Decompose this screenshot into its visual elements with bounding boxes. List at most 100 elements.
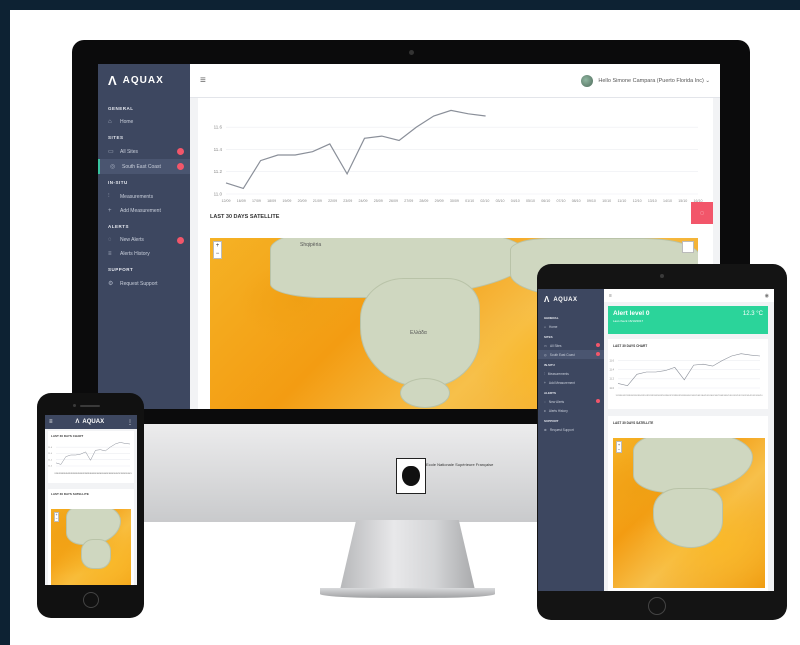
location-icon: ◎ <box>110 164 116 170</box>
menu-toggle-icon[interactable]: ≡ <box>49 419 53 425</box>
tablet-sidebar-sections: GENERAL ⌂ Home SITES ▭ All Sites ◎ South East C… <box>538 312 604 434</box>
phone-satellite-card: LAST 30 DAYS SATELLITE + − <box>48 489 134 585</box>
y-tick-label: 11.2 <box>214 169 223 174</box>
map-zoom-control[interactable]: + − <box>54 512 59 522</box>
sidebar-section-title: SITES <box>108 135 124 140</box>
phone-line-chart: 11.611.411.211.012/0916/0917/0918/0919/0… <box>48 442 132 475</box>
land-area-north <box>633 438 753 493</box>
map-zoom-control[interactable]: + − <box>213 241 222 259</box>
aquax-logo-icon: Λ <box>75 419 80 425</box>
sidebar-item[interactable]: ▭ All Sites <box>98 144 190 159</box>
plus-icon: + <box>108 208 112 214</box>
sidebar-item[interactable]: ◌ New Alerts <box>538 397 604 406</box>
tablet-chart-title: LAST 30 DAYS CHART <box>613 344 648 348</box>
tablet-satellite-title: LAST 30 DAYS SATELLITE <box>613 421 654 425</box>
menu-toggle-icon[interactable]: ≡ <box>200 75 206 86</box>
location-icon: ◎ <box>544 352 547 357</box>
sidebar-item[interactable]: ⫶ Measurements <box>98 189 190 204</box>
phone-brand[interactable]: Λ AQUAX <box>75 419 104 425</box>
sidebar-item[interactable]: ≡ Alerts History <box>98 247 190 261</box>
sidebar-sections: GENERAL ⌂ Home SITES ▭ All Sites ◎ South East C… <box>98 100 190 291</box>
sidebar-item-label: South East Coast <box>549 352 575 357</box>
y-tick-label: 11.4 <box>48 453 53 455</box>
user-greeting: Hello Simone Campara (Puerto Florida Inc… <box>598 77 710 84</box>
phone-chart-title: LAST 30 DAYS CHART <box>51 434 84 438</box>
plus-icon: + <box>544 380 546 385</box>
notification-badge <box>596 343 600 347</box>
sidebar-item[interactable]: ◎ South East Coast <box>98 159 190 174</box>
phone-app-screen: ≡ Λ AQUAX ⋮ LAST 30 DAYS CHART 11.6 11.4 1… <box>45 415 137 585</box>
sidebar-section-title: IN-SITU <box>544 363 555 367</box>
sidebar-item[interactable]: ◎ South East Coast <box>538 350 604 359</box>
zoom-in-icon[interactable]: + <box>216 243 220 249</box>
aquax-logo-icon: Λ <box>108 73 117 88</box>
alert-level: Alert level 0 <box>613 310 650 317</box>
zoom-out-icon[interactable]: − <box>216 251 220 257</box>
notification-badge <box>596 399 600 403</box>
bell-icon: ◌ <box>544 399 546 404</box>
sidebar-item[interactable]: ◌ New Alerts <box>98 233 190 247</box>
map-zoom-control[interactable]: + − <box>616 441 622 453</box>
sidebar-section-title: IN-SITU <box>108 180 128 185</box>
satellite-title: LAST 30 DAYS SATELLITE <box>210 214 280 220</box>
imac-logo-caption: Ecole Nationale Supérieure Française <box>426 462 494 467</box>
measure-icon: ⫶ <box>544 371 545 376</box>
land-area-greece <box>81 539 111 569</box>
zoom-out-icon[interactable]: − <box>55 517 57 521</box>
y-tick-label: 11.6 <box>609 359 614 362</box>
map-layer-button[interactable] <box>682 241 694 253</box>
sidebar-item[interactable]: ≡ Alerts History <box>538 406 604 415</box>
history-icon: ≡ <box>544 408 546 413</box>
tablet-sidebar: Λ AQUAX GENERAL ⌂ Home SITES ▭ All Sites ◎ Sout… <box>538 289 604 591</box>
phone-satellite-map[interactable]: + − <box>51 509 131 585</box>
bell-icon: ◌ <box>699 209 705 217</box>
avatar <box>581 74 594 87</box>
sidebar-item-label: Request Support <box>549 427 574 432</box>
user-menu[interactable]: Hello Simone Campara (Puerto Florida Inc… <box>581 74 710 87</box>
phone-camera <box>73 404 76 407</box>
more-options-icon[interactable]: ⋮ <box>127 419 133 426</box>
sidebar-item-label: Home <box>120 119 134 125</box>
temperature-value: 12.3 °C <box>742 311 763 317</box>
sidebar-item[interactable]: + Add Measurement <box>538 378 604 387</box>
sidebar-item[interactable]: ⚙ Request Support <box>538 425 604 434</box>
zoom-out-icon[interactable]: − <box>618 447 620 452</box>
topbar: ≡ Hello Simone Campara (Puerto Florida I… <box>190 64 720 98</box>
phone-speaker <box>80 405 100 407</box>
tablet-home-button <box>648 597 666 615</box>
alert-button[interactable]: ◌ <box>691 202 713 224</box>
tablet-brand[interactable]: Λ AQUAX <box>538 289 604 312</box>
sidebar-item[interactable]: ▭ All Sites <box>538 341 604 350</box>
home-icon: ⌂ <box>544 324 546 329</box>
sidebar-item-label: Measurements <box>547 371 569 376</box>
sidebar-item-label: Request Support <box>120 280 158 287</box>
menu-toggle-icon[interactable]: ≡ <box>609 293 612 299</box>
sidebar-section-title: SUPPORT <box>108 267 134 272</box>
tablet-satellite-map[interactable]: + − <box>613 438 765 588</box>
sidebar-item[interactable]: ⌂ Home <box>98 115 190 129</box>
sidebar-item[interactable]: + Add Measurement <box>98 204 190 218</box>
sidebar-item-label: Add Measurement <box>548 380 575 385</box>
sidebar-section-title: GENERAL <box>108 106 134 111</box>
apple-logo-icon <box>396 458 426 494</box>
phone-chart-card: LAST 30 DAYS CHART 11.6 11.4 11.2 11.0 12/09… <box>48 431 134 483</box>
land-area-peloponnese <box>400 378 450 408</box>
sidebar-item-label: Alerts History <box>548 408 568 413</box>
notification-badge <box>177 236 184 244</box>
user-avatar-icon[interactable]: ◉ <box>765 293 769 299</box>
home-icon: ⌂ <box>108 119 112 125</box>
sidebar-item[interactable]: ⫶ Measurements <box>538 369 604 378</box>
sidebar-item[interactable]: ⚙ Request Support <box>98 276 190 291</box>
y-tick-label: 11.0 <box>214 192 223 197</box>
sidebar-item-label: All Sites <box>120 148 139 155</box>
sidebar-item[interactable]: ⌂ Home <box>538 322 604 331</box>
notification-badge <box>596 352 600 356</box>
sidebar-item-label: South East Coast <box>122 163 161 170</box>
y-tick-label: 11.4 <box>214 147 223 152</box>
aquax-logo-icon: Λ <box>544 295 550 304</box>
sidebar-item-label: Add Measurement <box>120 208 161 214</box>
imac-foot <box>320 588 495 598</box>
brand[interactable]: Λ AQUAX <box>98 64 190 100</box>
y-tick-label: 11.0 <box>609 387 614 390</box>
sidebar-section-title: ALERTS <box>108 224 129 229</box>
